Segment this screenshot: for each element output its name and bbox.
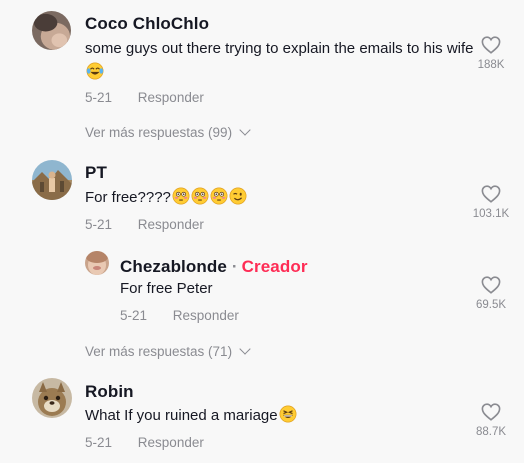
flushed-face-icon [210,187,228,205]
like-button[interactable]: 188K [461,36,521,71]
reply-text: For free Peter [120,280,213,297]
comment-author[interactable]: PT [85,163,107,183]
view-more-replies[interactable]: Ver más respuestas (99) [85,124,251,140]
heart-outline-icon [481,36,501,54]
like-button[interactable]: 69.5K [461,276,521,311]
view-more-label: Ver más respuestas (99) [85,125,233,140]
comments-panel: Coco ChloChlo some guys out there trying… [0,0,524,463]
face-with-tears-of-joy-icon [86,62,104,80]
comment-meta: 5-21 Responder [85,90,204,105]
grinning-squinting-face-icon [279,405,297,423]
comment-text: What If you ruined a mariage [85,404,475,428]
flushed-face-icon [191,187,209,205]
winking-face-icon [229,187,247,205]
avatar[interactable] [32,11,71,50]
avatar[interactable] [32,160,72,200]
like-button[interactable]: 88.7K [461,403,521,438]
separator-dot: · [231,257,238,276]
comment-text: For free???? [85,186,475,210]
comment-date: 5-21 [85,90,113,105]
like-count: 103.1K [472,208,510,220]
reply-button[interactable]: Responder [138,90,204,105]
comment-date: 5-21 [85,217,113,232]
reply-author-name: Chezablonde [120,257,227,276]
comment-meta: 5-21 Responder [85,435,204,450]
reply-button[interactable]: Responder [138,217,204,232]
like-count: 88.7K [475,426,507,438]
reply-author[interactable]: Chezablonde · Creador [120,257,308,277]
chevron-down-icon [239,343,251,355]
heart-outline-icon [481,403,501,421]
reply-meta: 5-21 Responder [120,308,239,323]
like-count: 69.5K [475,299,507,311]
avatar[interactable] [32,378,72,418]
comment-text-body: What If you ruined a mariage [85,407,278,424]
like-button[interactable]: 103.1K [461,185,521,220]
avatar[interactable] [85,251,109,275]
comment-author[interactable]: Robin [85,382,134,402]
comment-text: some guys out there trying to explain th… [85,37,475,85]
comment-meta: 5-21 Responder [85,217,204,232]
heart-outline-icon [481,185,501,203]
comment-date: 5-21 [85,435,113,450]
reply-button[interactable]: Responder [138,435,204,450]
reply-date: 5-21 [120,308,148,323]
view-more-label: Ver más respuestas (71) [85,344,233,359]
creator-badge: Creador [241,257,308,276]
comment-text-body: some guys out there trying to explain th… [85,40,474,57]
comment-text-body: For free???? [85,189,171,206]
like-count: 188K [477,59,505,71]
view-more-replies[interactable]: Ver más respuestas (71) [85,343,251,359]
reply-button[interactable]: Responder [173,308,239,323]
chevron-down-icon [239,124,251,136]
heart-outline-icon [481,276,501,294]
comment-author[interactable]: Coco ChloChlo [85,14,209,34]
flushed-face-icon [172,187,190,205]
